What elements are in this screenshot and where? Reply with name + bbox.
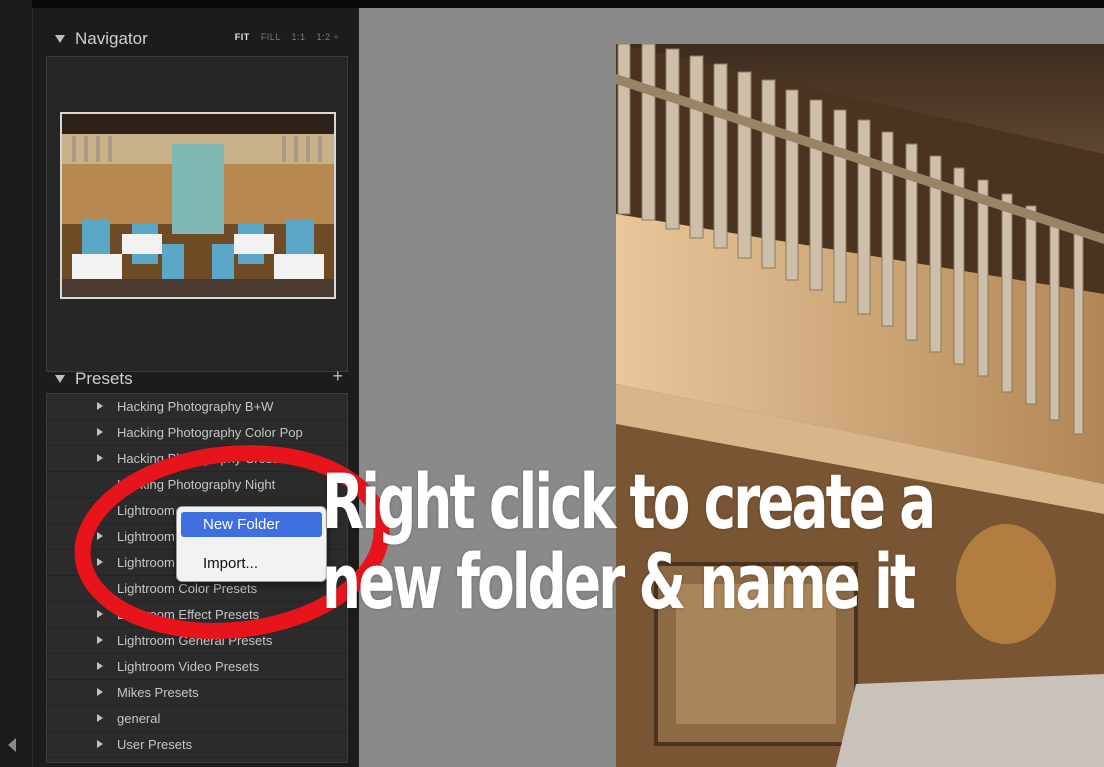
- zoom-1-2-option[interactable]: 1:2 ÷: [317, 32, 339, 42]
- preset-label: Hacking Photography Color Pop: [117, 425, 303, 440]
- disclosure-arrow-icon[interactable]: [97, 428, 103, 436]
- plus-icon[interactable]: +: [332, 366, 343, 387]
- preset-label: Lightroom General Presets: [117, 633, 273, 648]
- preset-folder[interactable]: User Presets: [47, 732, 347, 758]
- preset-folder[interactable]: Lightroom General Presets: [47, 628, 347, 654]
- presets-title: Presets: [75, 369, 133, 388]
- navigator-preview-box: [46, 56, 348, 372]
- disclosure-arrow-icon[interactable]: [97, 610, 103, 618]
- preset-folder[interactable]: Hacking Photography Color Pop: [47, 420, 347, 446]
- disclosure-arrow-icon[interactable]: [97, 506, 103, 514]
- caption-line-1: Right click to create a: [322, 457, 936, 546]
- collapse-triangle-icon[interactable]: [55, 35, 65, 43]
- navigator-thumbnail[interactable]: [60, 112, 336, 299]
- navigator-title: Navigator: [75, 29, 148, 48]
- preset-label: Hacking Photography B+W: [117, 399, 274, 414]
- disclosure-arrow-icon[interactable]: [97, 714, 103, 722]
- preset-folder[interactable]: Hacking Photography Night: [47, 472, 347, 498]
- disclosure-arrow-icon[interactable]: [97, 636, 103, 644]
- preset-folder[interactable]: Hacking Photography Cross: [47, 446, 347, 472]
- left-panel: Navigator FIT FILL 1:1 1:2 ÷ Presets + H…: [32, 8, 359, 767]
- zoom-options: FIT FILL 1:1 1:2 ÷: [227, 32, 339, 42]
- disclosure-arrow-icon[interactable]: [97, 402, 103, 410]
- preset-label: Hacking Photography Cross: [117, 451, 279, 466]
- preset-folder[interactable]: general: [47, 706, 347, 732]
- preset-label: Mikes Presets: [117, 685, 199, 700]
- caption-line-2: new folder & name it: [322, 537, 916, 626]
- disclosure-arrow-icon[interactable]: [97, 532, 103, 540]
- context-menu: New Folder Import...: [176, 506, 327, 582]
- collapse-left-arrow-icon[interactable]: [8, 738, 16, 752]
- disclosure-arrow-icon[interactable]: [97, 688, 103, 696]
- preset-label: general: [117, 711, 161, 726]
- preset-folder[interactable]: Mikes Presets: [47, 680, 347, 706]
- navigator-header[interactable]: Navigator FIT FILL 1:1 1:2 ÷: [33, 24, 359, 54]
- preset-label: User Presets: [117, 737, 193, 752]
- disclosure-arrow-icon[interactable]: [97, 740, 103, 748]
- import-menu-item[interactable]: Import...: [181, 551, 322, 576]
- preset-label: Lightroom Video Presets: [117, 659, 260, 674]
- presets-header[interactable]: Presets +: [33, 364, 359, 394]
- preset-label: Lightroom: [117, 555, 175, 570]
- preset-folder[interactable]: Lightroom Video Presets: [47, 654, 347, 680]
- preset-folder[interactable]: Hacking Photography B+W: [47, 394, 347, 420]
- disclosure-arrow-icon[interactable]: [97, 662, 103, 670]
- new-folder-menu-item[interactable]: New Folder: [181, 512, 322, 537]
- preset-label: Hacking Photography Night: [117, 477, 276, 492]
- preset-label: Lightroom: [117, 529, 175, 544]
- left-edge-strip: [0, 0, 32, 767]
- preset-label: Lightroom: [117, 503, 175, 518]
- main-photo: [616, 44, 1104, 767]
- menu-item-label: New Folder: [203, 516, 280, 533]
- zoom-fit-option[interactable]: FIT: [235, 32, 250, 42]
- disclosure-arrow-icon[interactable]: [97, 454, 103, 462]
- disclosure-arrow-icon[interactable]: [97, 558, 103, 566]
- preset-label: Lightroom Color Presets: [117, 581, 258, 596]
- menu-item-label: Import...: [203, 555, 259, 572]
- collapse-triangle-icon[interactable]: [55, 375, 65, 383]
- zoom-fill-option[interactable]: FILL: [261, 32, 281, 42]
- preset-label: Lightroom Effect Presets: [117, 607, 260, 622]
- instruction-caption: Right click to create a new folder & nam…: [322, 457, 936, 626]
- zoom-1-1-option[interactable]: 1:1: [292, 32, 306, 42]
- preset-folder[interactable]: Lightroom Effect Presets: [47, 602, 347, 628]
